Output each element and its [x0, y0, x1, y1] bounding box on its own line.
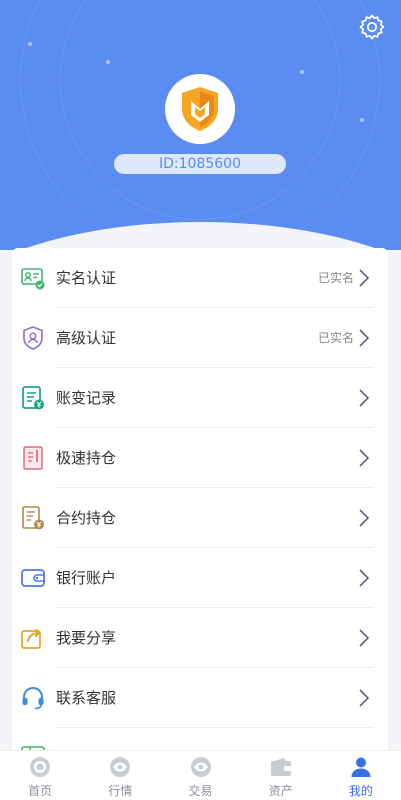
decorative-dot: [106, 60, 110, 64]
chevron-right-icon: [359, 629, 370, 647]
menu-item-contract-positions[interactable]: 合约持仓: [12, 488, 388, 548]
decorative-dot: [360, 118, 364, 122]
menu-item-real-name-verification[interactable]: 实名认证 已实名: [12, 248, 388, 308]
menu-item-fast-positions[interactable]: 极速持仓: [12, 428, 388, 488]
market-icon: [110, 757, 131, 777]
record-yen-icon: [22, 386, 44, 410]
tab-assets[interactable]: 资产: [241, 751, 321, 800]
menu-item-share[interactable]: 我要分享: [12, 608, 388, 668]
decorative-dot: [300, 70, 304, 74]
menu-item-label: 联系客服: [56, 689, 117, 707]
chevron-right-icon: [359, 509, 370, 527]
chevron-right-icon: [359, 389, 370, 407]
chevron-right-icon: [359, 689, 370, 707]
shield-logo-icon: [182, 87, 218, 131]
chevron-right-icon: [359, 329, 370, 347]
id-card-icon: [21, 268, 45, 290]
menu-item-bank-account[interactable]: 银行账户: [12, 548, 388, 608]
tab-home[interactable]: 首页: [0, 751, 80, 800]
decorative-dot: [28, 42, 32, 46]
tab-label: 我的: [348, 784, 373, 798]
shield-user-icon: [23, 326, 43, 350]
contract-yen-icon: [22, 506, 44, 530]
menu-item-customer-service[interactable]: 联系客服: [12, 668, 388, 728]
share-icon: [21, 629, 41, 649]
home-icon: [30, 757, 51, 777]
menu-item-label: 实名认证: [56, 269, 117, 287]
menu-item-label: 高级认证: [56, 329, 117, 347]
tab-market[interactable]: 行情: [80, 751, 160, 800]
menu-item-account-changes[interactable]: 账变记录: [12, 368, 388, 428]
menu-item-label: 合约持仓: [56, 509, 117, 527]
menu-item-label: 我要分享: [56, 629, 117, 647]
tab-label: 资产: [268, 784, 293, 798]
chevron-right-icon: [359, 269, 370, 287]
avatar[interactable]: [165, 74, 235, 144]
trade-icon: [190, 757, 211, 777]
tab-profile[interactable]: 我的: [321, 751, 401, 800]
chevron-right-icon: [359, 449, 370, 467]
verification-status: 已实名: [317, 271, 354, 285]
profile-page: ID:1085600 实名认证 已实名 高级认证 已实名 账变记录 极速持仓 合…: [0, 0, 401, 800]
chevron-right-icon: [359, 569, 370, 587]
menu-item-label: 极速持仓: [56, 449, 117, 467]
headset-icon: [22, 687, 44, 710]
menu-item-label: 账变记录: [56, 389, 117, 407]
tab-label: 交易: [188, 784, 213, 798]
tab-label: 首页: [28, 784, 53, 798]
gear-icon[interactable]: [358, 13, 386, 41]
user-id-badge: ID:1085600: [114, 154, 286, 174]
tab-trade[interactable]: 交易: [160, 751, 240, 800]
profile-header: ID:1085600: [0, 0, 401, 250]
document-icon: [23, 446, 43, 470]
menu-card: 实名认证 已实名 高级认证 已实名 账变记录 极速持仓 合约持仓 银行账户 我要…: [12, 248, 388, 758]
menu-item-advanced-verification[interactable]: 高级认证 已实名: [12, 308, 388, 368]
tab-label: 行情: [108, 784, 133, 798]
assets-icon: [270, 758, 291, 776]
bottom-tab-bar: 首页 行情 交易 资产 我的: [0, 750, 401, 800]
wallet-icon: [21, 569, 45, 587]
header-curve: [0, 222, 401, 250]
verification-status: 已实名: [317, 331, 354, 345]
menu-item-label: 银行账户: [56, 569, 117, 587]
profile-icon: [351, 757, 371, 777]
